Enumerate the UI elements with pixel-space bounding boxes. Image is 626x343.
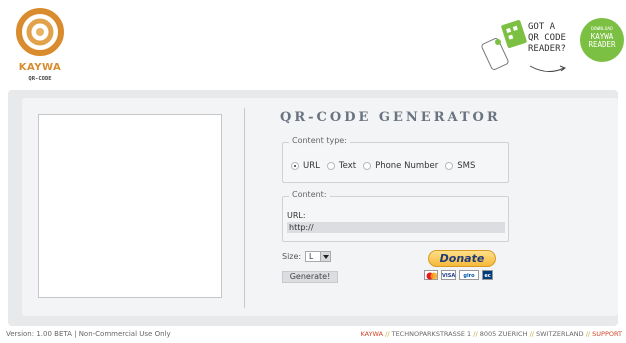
url-label: URL: <box>287 211 306 220</box>
footer-support-link[interactable]: SUPPORT <box>592 330 622 338</box>
footer-sep: // <box>527 330 537 338</box>
footer-company[interactable]: KAYWA <box>361 330 384 338</box>
footer-street: TECHNOPARKSTRASSE 1 <box>391 330 472 338</box>
kaywa-logo[interactable]: KAYWA QR-CODE <box>16 6 64 84</box>
download-reader-label: KAYWA READER <box>588 32 616 49</box>
ec-card-icon: ec <box>482 270 493 280</box>
visa-icon: VISA <box>441 270 456 280</box>
url-input[interactable] <box>287 222 505 233</box>
reader-promo[interactable]: GOT A QR CODE READER? DOWNLOAD KAYWA REA… <box>470 18 624 82</box>
content-type-fieldset: Content type: URL Text Phone Number SMS <box>282 136 509 183</box>
radio-text-label[interactable]: Text <box>339 161 356 171</box>
radio-url-label[interactable]: URL <box>303 161 320 171</box>
radio-phone-label[interactable]: Phone Number <box>375 161 438 171</box>
header: KAYWA QR-CODE GOT A QR CODE READER? DOWN… <box>0 0 626 90</box>
radio-text[interactable] <box>326 162 335 170</box>
logo-name: KAYWA <box>18 62 62 73</box>
content-legend: Content: <box>289 190 330 199</box>
giropay-icon: giro <box>459 270 479 280</box>
donate-button[interactable]: Donate <box>428 250 496 267</box>
content-fieldset: Content: URL: <box>282 190 509 242</box>
version-info: Version: 1.00 BETA | Non-Commercial Use … <box>6 330 171 338</box>
content-type-radios: URL Text Phone Number SMS <box>291 161 482 171</box>
size-select[interactable]: L <box>305 251 331 262</box>
footer-sep: // <box>471 330 480 338</box>
footer-sep: // <box>383 330 392 338</box>
footer-sep: // <box>583 330 593 338</box>
footer-city: 8005 ZUERICH <box>479 330 528 338</box>
radio-sms-label[interactable]: SMS <box>457 161 475 171</box>
footer-address: KAYWA // TECHNOPARKSTRASSE 1 // 8005 ZUE… <box>361 330 623 338</box>
logo-sub: QR-CODE <box>28 76 52 82</box>
radio-sms[interactable] <box>445 162 454 170</box>
payment-cards: VISA giro ec <box>424 270 493 280</box>
size-value: L <box>309 252 314 261</box>
radio-phone[interactable] <box>363 162 372 170</box>
chevron-down-icon[interactable] <box>320 252 330 261</box>
download-reader-badge[interactable]: DOWNLOAD KAYWA READER <box>580 18 624 62</box>
promo-text: GOT A QR CODE READER? <box>528 22 566 54</box>
qr-code-preview <box>38 114 222 298</box>
content-type-legend: Content type: <box>289 136 350 145</box>
footer-country: SWITZERLAND <box>536 330 584 338</box>
vertical-divider <box>244 108 245 308</box>
generator-title: QR-CODE GENERATOR <box>280 110 501 125</box>
phone-scanner-icon <box>481 20 527 71</box>
curved-arrow-icon <box>529 65 567 72</box>
generate-button[interactable]: Generate! <box>282 271 338 283</box>
size-label: Size: <box>282 252 302 261</box>
kaywa-logo-icon <box>16 8 64 56</box>
mastercard-icon <box>424 270 438 280</box>
radio-url[interactable] <box>291 162 299 170</box>
